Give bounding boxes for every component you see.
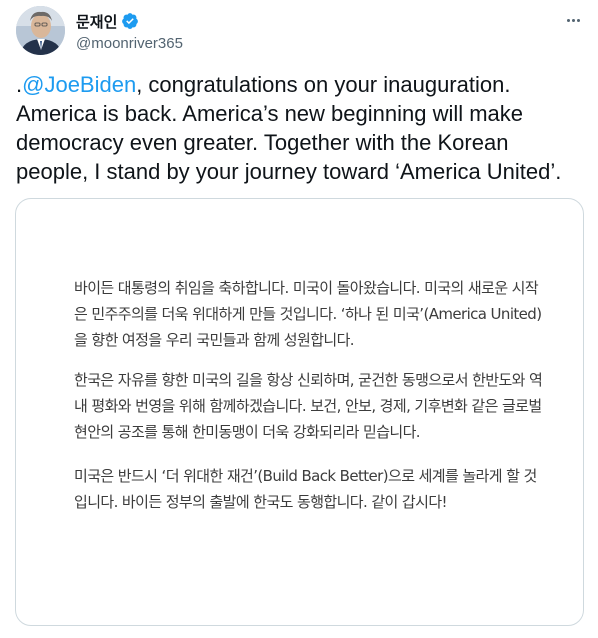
tweet: 문재인 @moonriver365 .@JoeBiden, congratula…: [0, 0, 598, 638]
tweet-text: .@JoeBiden, congratulations on your inau…: [16, 70, 586, 186]
statement-paragraph-1: 바이든 대통령의 취임을 축하합니다. 미국이 돌아왔습니다. 미국의 새로운 …: [74, 279, 542, 349]
avatar[interactable]: [16, 6, 65, 55]
more-options-dot: [576, 18, 580, 22]
more-options-icon: [566, 18, 570, 22]
attached-image[interactable]: 바이든 대통령의 취임을 축하합니다. 미국이 돌아왔습니다. 미국의 새로운 …: [15, 198, 584, 626]
statement-paragraph-2: 한국은 자유를 향한 미국의 길을 항상 신뢰하며, 굳건한 동맹으로서 한반도…: [74, 371, 543, 441]
display-name-row: 문재인: [76, 11, 183, 32]
user-names: 문재인 @moonriver365: [76, 12, 183, 52]
tweet-header: 문재인 @moonriver365: [16, 6, 584, 58]
user-handle[interactable]: @moonriver365: [76, 35, 183, 52]
more-options-dot: [571, 18, 575, 22]
profile-photo-icon: [16, 6, 65, 55]
mention-link[interactable]: @JoeBiden: [22, 72, 136, 97]
display-name[interactable]: 문재인: [76, 11, 117, 32]
verified-badge-icon: [121, 12, 139, 30]
more-options-button[interactable]: [562, 12, 584, 28]
statement-paragraph-3: 미국은 반드시 ‘더 위대한 재건’(Build Back Better)으로 …: [74, 467, 537, 511]
statement-text: 바이든 대통령의 취임을 축하합니다. 미국이 돌아왔습니다. 미국의 새로운 …: [74, 275, 544, 529]
